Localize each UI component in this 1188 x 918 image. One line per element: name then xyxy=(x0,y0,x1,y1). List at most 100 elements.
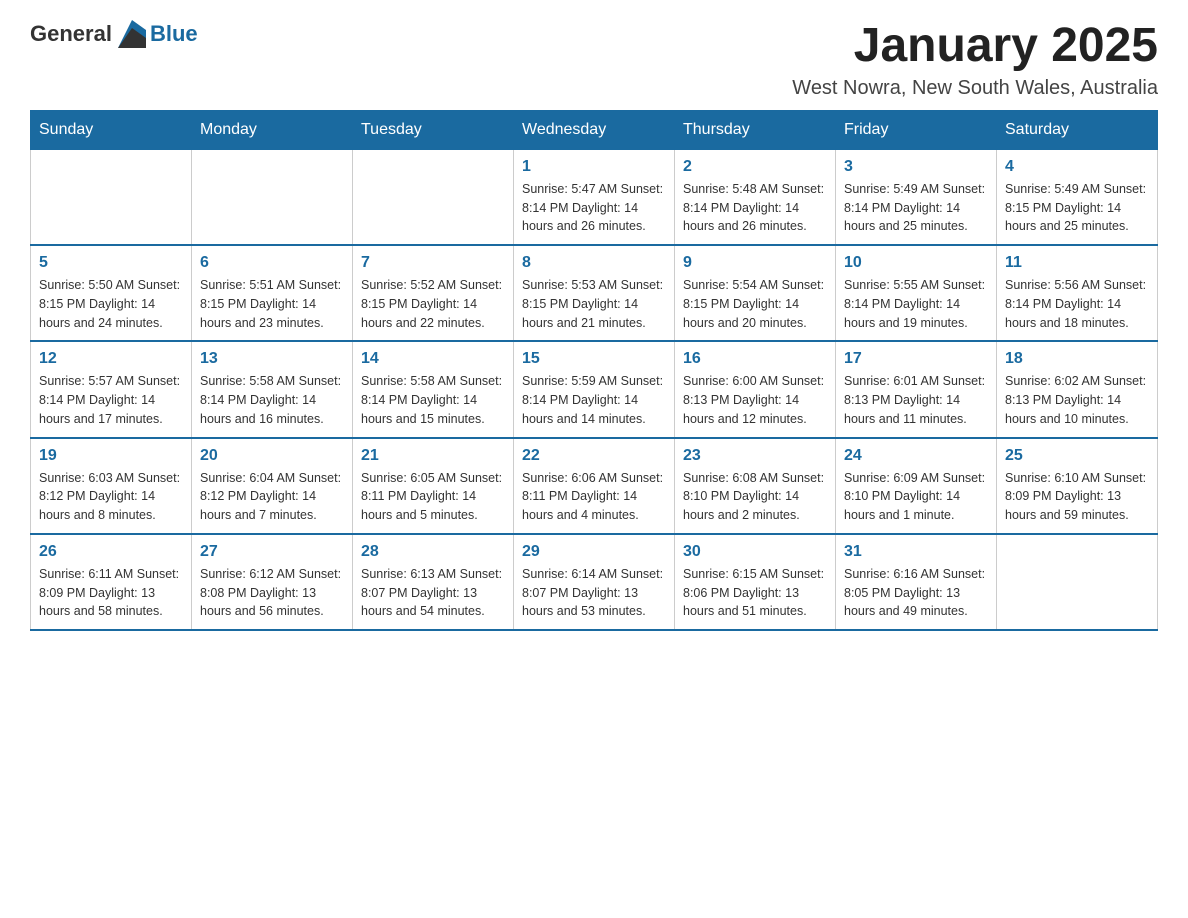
day-info: Sunrise: 5:49 AM Sunset: 8:14 PM Dayligh… xyxy=(844,180,988,236)
day-of-week-header: Tuesday xyxy=(353,110,514,149)
day-number: 16 xyxy=(683,350,827,368)
calendar-week-row: 26 Sunrise: 6:11 AM Sunset: 8:09 PM Dayli… xyxy=(31,534,1158,630)
day-info: Sunrise: 5:54 AM Sunset: 8:15 PM Dayligh… xyxy=(683,276,827,332)
calendar-table: SundayMondayTuesdayWednesdayThursdayFrid… xyxy=(30,110,1158,631)
day-number: 10 xyxy=(844,254,988,272)
day-info: Sunrise: 6:13 AM Sunset: 8:07 PM Dayligh… xyxy=(361,565,505,621)
day-info: Sunrise: 6:08 AM Sunset: 8:10 PM Dayligh… xyxy=(683,469,827,525)
calendar-cell: 5Sunrise: 5:50 AM Sunset: 8:15 PM Daylig… xyxy=(31,245,192,341)
calendar-cell: 13 Sunrise: 5:58 AM Sunset: 8:14 PM Dayli… xyxy=(192,341,353,437)
calendar-week-row: 19Sunrise: 6:03 AM Sunset: 8:12 PM Dayli… xyxy=(31,438,1158,534)
day-number: 7 xyxy=(361,254,505,272)
calendar-cell: 9Sunrise: 5:54 AM Sunset: 8:15 PM Daylig… xyxy=(675,245,836,341)
day-number: 11 xyxy=(1005,254,1149,272)
day-number: 23 xyxy=(683,447,827,465)
calendar-cell xyxy=(31,149,192,245)
calendar-cell: 7 Sunrise: 5:52 AM Sunset: 8:15 PM Daylig… xyxy=(353,245,514,341)
day-number: 15 xyxy=(522,350,666,368)
day-number: 18 xyxy=(1005,350,1149,368)
calendar-cell xyxy=(353,149,514,245)
month-title: January 2025 xyxy=(792,20,1158,73)
day-number: 2 xyxy=(683,158,827,176)
day-number: 17 xyxy=(844,350,988,368)
calendar-cell: 26 Sunrise: 6:11 AM Sunset: 8:09 PM Dayli… xyxy=(31,534,192,630)
day-info: Sunrise: 6:03 AM Sunset: 8:12 PM Dayligh… xyxy=(39,469,183,525)
logo-general: General xyxy=(30,21,112,47)
calendar-body: 1 Sunrise: 5:47 AM Sunset: 8:14 PM Daylig… xyxy=(31,149,1158,630)
day-of-week-header: Wednesday xyxy=(514,110,675,149)
day-info: Sunrise: 6:06 AM Sunset: 8:11 PM Dayligh… xyxy=(522,469,666,525)
calendar-cell: 12 Sunrise: 5:57 AM Sunset: 8:14 PM Dayli… xyxy=(31,341,192,437)
calendar-cell: 27Sunrise: 6:12 AM Sunset: 8:08 PM Dayli… xyxy=(192,534,353,630)
day-number: 31 xyxy=(844,543,988,561)
day-info: Sunrise: 6:10 AM Sunset: 8:09 PM Dayligh… xyxy=(1005,469,1149,525)
day-info: Sunrise: 6:00 AM Sunset: 8:13 PM Dayligh… xyxy=(683,372,827,428)
day-number: 13 xyxy=(200,350,344,368)
day-number: 14 xyxy=(361,350,505,368)
calendar-cell: 21 Sunrise: 6:05 AM Sunset: 8:11 PM Dayli… xyxy=(353,438,514,534)
calendar-cell: 2 Sunrise: 5:48 AM Sunset: 8:14 PM Daylig… xyxy=(675,149,836,245)
calendar-week-row: 12 Sunrise: 5:57 AM Sunset: 8:14 PM Dayli… xyxy=(31,341,1158,437)
logo: General Blue xyxy=(30,20,198,48)
calendar-cell: 20Sunrise: 6:04 AM Sunset: 8:12 PM Dayli… xyxy=(192,438,353,534)
day-info: Sunrise: 5:48 AM Sunset: 8:14 PM Dayligh… xyxy=(683,180,827,236)
location-subtitle: West Nowra, New South Wales, Australia xyxy=(792,77,1158,100)
day-of-week-header: Monday xyxy=(192,110,353,149)
day-info: Sunrise: 5:56 AM Sunset: 8:14 PM Dayligh… xyxy=(1005,276,1149,332)
day-info: Sunrise: 5:58 AM Sunset: 8:14 PM Dayligh… xyxy=(200,372,344,428)
day-info: Sunrise: 6:11 AM Sunset: 8:09 PM Dayligh… xyxy=(39,565,183,621)
day-number: 29 xyxy=(522,543,666,561)
calendar-cell: 22 Sunrise: 6:06 AM Sunset: 8:11 PM Dayli… xyxy=(514,438,675,534)
day-number: 6 xyxy=(200,254,344,272)
days-of-week-row: SundayMondayTuesdayWednesdayThursdayFrid… xyxy=(31,110,1158,149)
calendar-cell: 18 Sunrise: 6:02 AM Sunset: 8:13 PM Dayli… xyxy=(997,341,1158,437)
day-of-week-header: Saturday xyxy=(997,110,1158,149)
day-number: 26 xyxy=(39,543,183,561)
calendar-cell: 31 Sunrise: 6:16 AM Sunset: 8:05 PM Dayli… xyxy=(836,534,997,630)
page-header: General Blue January 2025 West Nowra, Ne… xyxy=(30,20,1158,100)
calendar-cell: 10 Sunrise: 5:55 AM Sunset: 8:14 PM Dayli… xyxy=(836,245,997,341)
logo-blue: Blue xyxy=(150,21,198,47)
day-number: 22 xyxy=(522,447,666,465)
day-info: Sunrise: 6:02 AM Sunset: 8:13 PM Dayligh… xyxy=(1005,372,1149,428)
day-info: Sunrise: 5:55 AM Sunset: 8:14 PM Dayligh… xyxy=(844,276,988,332)
day-number: 28 xyxy=(361,543,505,561)
day-number: 20 xyxy=(200,447,344,465)
calendar-cell: 19Sunrise: 6:03 AM Sunset: 8:12 PM Dayli… xyxy=(31,438,192,534)
day-number: 21 xyxy=(361,447,505,465)
day-info: Sunrise: 6:01 AM Sunset: 8:13 PM Dayligh… xyxy=(844,372,988,428)
day-number: 5 xyxy=(39,254,183,272)
day-info: Sunrise: 6:14 AM Sunset: 8:07 PM Dayligh… xyxy=(522,565,666,621)
calendar-cell: 11 Sunrise: 5:56 AM Sunset: 8:14 PM Dayli… xyxy=(997,245,1158,341)
calendar-cell: 24Sunrise: 6:09 AM Sunset: 8:10 PM Dayli… xyxy=(836,438,997,534)
day-number: 12 xyxy=(39,350,183,368)
calendar-cell: 3Sunrise: 5:49 AM Sunset: 8:14 PM Daylig… xyxy=(836,149,997,245)
day-of-week-header: Friday xyxy=(836,110,997,149)
day-info: Sunrise: 5:47 AM Sunset: 8:14 PM Dayligh… xyxy=(522,180,666,236)
day-number: 8 xyxy=(522,254,666,272)
calendar-cell: 15Sunrise: 5:59 AM Sunset: 8:14 PM Dayli… xyxy=(514,341,675,437)
day-info: Sunrise: 5:49 AM Sunset: 8:15 PM Dayligh… xyxy=(1005,180,1149,236)
day-info: Sunrise: 6:05 AM Sunset: 8:11 PM Dayligh… xyxy=(361,469,505,525)
calendar-cell xyxy=(192,149,353,245)
calendar-cell xyxy=(997,534,1158,630)
calendar-cell: 4 Sunrise: 5:49 AM Sunset: 8:15 PM Daylig… xyxy=(997,149,1158,245)
day-info: Sunrise: 6:09 AM Sunset: 8:10 PM Dayligh… xyxy=(844,469,988,525)
day-info: Sunrise: 5:57 AM Sunset: 8:14 PM Dayligh… xyxy=(39,372,183,428)
calendar-header: SundayMondayTuesdayWednesdayThursdayFrid… xyxy=(31,110,1158,149)
calendar-cell: 29 Sunrise: 6:14 AM Sunset: 8:07 PM Dayli… xyxy=(514,534,675,630)
calendar-cell: 28 Sunrise: 6:13 AM Sunset: 8:07 PM Dayli… xyxy=(353,534,514,630)
day-info: Sunrise: 5:52 AM Sunset: 8:15 PM Dayligh… xyxy=(361,276,505,332)
day-number: 1 xyxy=(522,158,666,176)
calendar-cell: 23 Sunrise: 6:08 AM Sunset: 8:10 PM Dayli… xyxy=(675,438,836,534)
calendar-cell: 30 Sunrise: 6:15 AM Sunset: 8:06 PM Dayli… xyxy=(675,534,836,630)
day-number: 4 xyxy=(1005,158,1149,176)
day-of-week-header: Sunday xyxy=(31,110,192,149)
calendar-cell: 6 Sunrise: 5:51 AM Sunset: 8:15 PM Daylig… xyxy=(192,245,353,341)
day-info: Sunrise: 5:51 AM Sunset: 8:15 PM Dayligh… xyxy=(200,276,344,332)
day-info: Sunrise: 6:16 AM Sunset: 8:05 PM Dayligh… xyxy=(844,565,988,621)
day-info: Sunrise: 6:15 AM Sunset: 8:06 PM Dayligh… xyxy=(683,565,827,621)
calendar-cell: 14Sunrise: 5:58 AM Sunset: 8:14 PM Dayli… xyxy=(353,341,514,437)
calendar-cell: 16 Sunrise: 6:00 AM Sunset: 8:13 PM Dayli… xyxy=(675,341,836,437)
day-number: 30 xyxy=(683,543,827,561)
